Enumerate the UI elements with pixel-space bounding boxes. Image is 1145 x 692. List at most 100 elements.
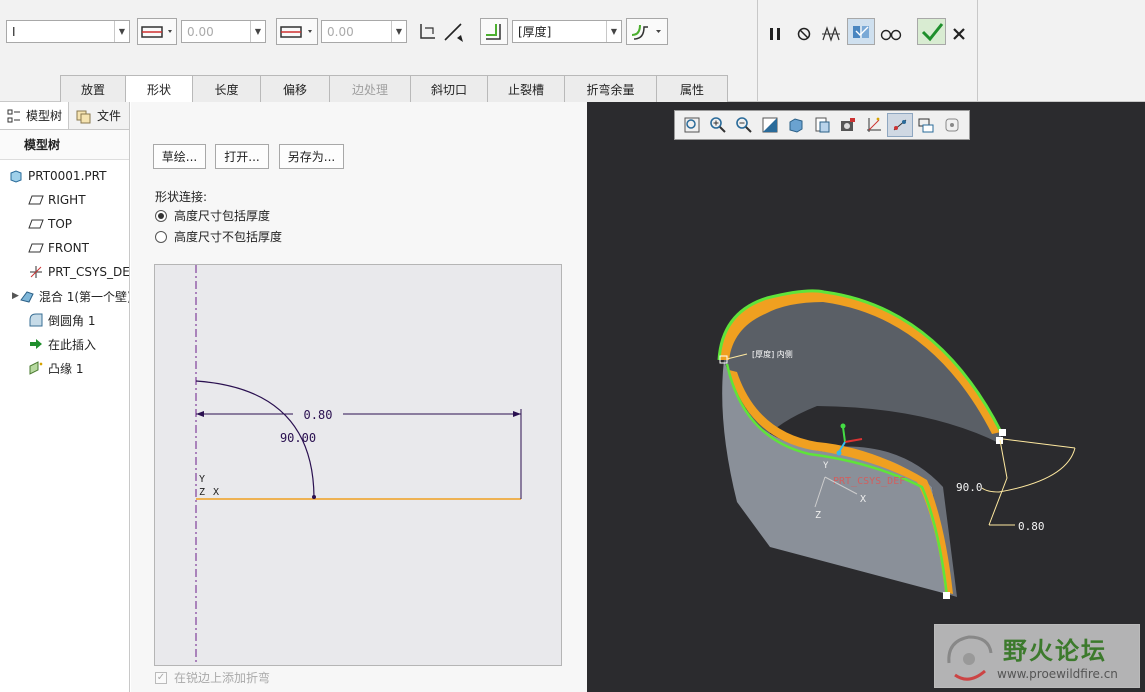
axis-z-label: Z bbox=[199, 487, 205, 498]
length-dim1-field[interactable]: 0.00 ▼ bbox=[181, 20, 266, 43]
add-bend-label: 在锐边上添加折弯 bbox=[174, 671, 271, 685]
thickness-side-icon bbox=[486, 23, 501, 40]
expand-arrow-icon[interactable]: ▶ bbox=[12, 291, 19, 301]
csys-icon bbox=[28, 264, 44, 280]
tab-model-tree[interactable]: 模型树 bbox=[0, 102, 70, 129]
datum-plane-icon bbox=[28, 192, 44, 208]
tab-model-tree-label: 模型树 bbox=[26, 109, 63, 123]
chevron-down-icon: ▼ bbox=[114, 21, 129, 42]
model-tree-panel: 模型树 文件 模型树 PRT0001.PRT RIGHT TOP FRONT P… bbox=[0, 102, 130, 692]
csys-label: PRT_CSYS_DEF bbox=[833, 476, 905, 487]
preview-geometry-button[interactable] bbox=[818, 20, 844, 47]
sketch-button[interactable]: 草绘... bbox=[153, 144, 206, 169]
arc-endpoint bbox=[312, 495, 316, 499]
tree-item-label: PRT0001.PRT bbox=[28, 169, 107, 183]
tab-2[interactable]: 长度 bbox=[192, 75, 261, 102]
flange-dashboard: I ▼ 0.00 ▼ 0.00 ▼ [厚度] ▼ 放置 形状 长度 偏移 边处理… bbox=[0, 0, 1145, 102]
flip-direction-button[interactable] bbox=[416, 18, 466, 45]
verify-mode-button[interactable] bbox=[847, 18, 875, 45]
tree-column-header: 模型树 bbox=[0, 130, 129, 160]
apply-button[interactable] bbox=[917, 18, 946, 45]
length-end-icon bbox=[141, 25, 172, 38]
tree-item-front[interactable]: FRONT bbox=[0, 236, 129, 260]
thickness-combo[interactable]: [厚度] ▼ bbox=[512, 20, 622, 43]
glasses-preview-button[interactable] bbox=[878, 20, 904, 47]
no-preview-icon bbox=[797, 27, 811, 40]
axis-y-label: Y bbox=[199, 474, 205, 485]
open-button[interactable]: 打开... bbox=[215, 144, 269, 169]
preview-geometry-icon bbox=[822, 25, 840, 42]
triad-x-axis bbox=[844, 438, 863, 443]
model-view-svg: [厚度] 内侧 90.0 0.80 PRT_CSYS_DEF Y X Z bbox=[717, 289, 1076, 599]
tree-item-label: 在此插入 bbox=[48, 337, 97, 352]
verify-mode-icon bbox=[853, 25, 869, 38]
add-bend-checkbox-row[interactable]: ✓ 在锐边上添加折弯 bbox=[155, 669, 270, 686]
pause-button[interactable] bbox=[764, 20, 786, 47]
length-dim2-field[interactable]: 0.00 ▼ bbox=[321, 20, 407, 43]
tree-item-label: 倒圆角 1 bbox=[48, 313, 96, 328]
radio-dot-icon bbox=[155, 209, 167, 222]
drag-handle[interactable] bbox=[996, 437, 1003, 444]
tree-item-round[interactable]: 倒圆角 1 bbox=[0, 308, 129, 332]
length-type-1-button[interactable] bbox=[137, 18, 177, 45]
bend-radius-button[interactable] bbox=[626, 18, 668, 45]
length-dimension[interactable]: 0.80 bbox=[304, 408, 333, 422]
radio-exclude-thickness[interactable]: 高度尺寸不包括厚度 bbox=[155, 228, 282, 245]
tab-folder-label: 文件 bbox=[97, 109, 122, 123]
angle-dimension[interactable]: 90.00 bbox=[280, 431, 316, 445]
close-icon bbox=[953, 27, 965, 40]
tab-8[interactable]: 属性 bbox=[656, 75, 728, 102]
tree-item-flange[interactable]: 凸缘 1 bbox=[0, 356, 129, 380]
tree-item-insert-here[interactable]: 在此插入 bbox=[0, 332, 129, 356]
forum-watermark: 野火论坛 www.proewildfire.cn bbox=[934, 624, 1140, 688]
part-icon bbox=[8, 168, 24, 184]
tree-item-label: TOP bbox=[48, 217, 73, 231]
cancel-button[interactable] bbox=[949, 20, 969, 47]
length-type-2-button[interactable] bbox=[276, 18, 318, 45]
thickness-note[interactable]: [厚度] 内侧 bbox=[752, 349, 793, 359]
tree-item-label: FRONT bbox=[48, 241, 89, 255]
radio-exclude-label: 高度尺寸不包括厚度 bbox=[174, 230, 283, 244]
thickness-side-button[interactable] bbox=[480, 18, 508, 45]
tree-item-top[interactable]: TOP bbox=[0, 212, 129, 236]
shape-preview: 0.80 90.00 Y Z X bbox=[154, 264, 562, 666]
tree-item-label: PRT_CSYS_DEF bbox=[48, 265, 129, 279]
glasses-icon bbox=[880, 29, 902, 40]
tab-6[interactable]: 止裂槽 bbox=[487, 75, 565, 102]
radio-include-thickness[interactable]: 高度尺寸包括厚度 bbox=[155, 207, 270, 224]
flange-type-value: I bbox=[12, 24, 16, 39]
tab-7[interactable]: 折弯余量 bbox=[564, 75, 657, 102]
shape-connect-label: 形状连接: bbox=[155, 190, 208, 204]
tree-item-part[interactable]: PRT0001.PRT bbox=[0, 164, 129, 188]
axis-x-label: X bbox=[213, 487, 219, 498]
length-start-icon bbox=[280, 25, 312, 38]
chevron-down-icon: ▼ bbox=[391, 21, 406, 42]
radio-include-label: 高度尺寸包括厚度 bbox=[174, 209, 271, 223]
tree-item-right[interactable]: RIGHT bbox=[0, 188, 129, 212]
pause-icon bbox=[770, 27, 780, 40]
tab-folder-browser[interactable]: 文件 bbox=[69, 102, 127, 129]
tab-5[interactable]: 斜切口 bbox=[410, 75, 488, 102]
tree-item-csys[interactable]: PRT_CSYS_DEF bbox=[0, 260, 129, 284]
shape-panel: 草绘... 打开... 另存为... 形状连接: 高度尺寸包括厚度 高度尺寸不包… bbox=[131, 102, 587, 692]
csys-y-label: Y bbox=[823, 461, 829, 471]
tab-1[interactable]: 形状 bbox=[125, 75, 193, 102]
model-tree-icon bbox=[7, 109, 20, 122]
angle-dimension-3d[interactable]: 90.0 bbox=[956, 481, 983, 494]
length-dimension-3d[interactable]: 0.80 bbox=[1018, 520, 1045, 533]
tab-3[interactable]: 偏移 bbox=[260, 75, 330, 102]
no-preview-button[interactable] bbox=[793, 20, 815, 47]
drag-handle[interactable] bbox=[999, 429, 1006, 436]
flange-type-combo[interactable]: I ▼ bbox=[6, 20, 130, 43]
flange-icon bbox=[28, 360, 44, 376]
tree-item-label: RIGHT bbox=[48, 193, 86, 207]
tab-0[interactable]: 放置 bbox=[60, 75, 126, 102]
triad-y-axis bbox=[842, 426, 846, 443]
length-dim2-value: 0.00 bbox=[327, 24, 354, 39]
graphics-window[interactable]: [厚度] 内侧 90.0 0.80 PRT_CSYS_DEF Y X Z 野火论… bbox=[587, 102, 1145, 692]
arrowhead-icon bbox=[513, 411, 521, 417]
tree-items: PRT0001.PRT RIGHT TOP FRONT PRT_CSYS_DEF… bbox=[0, 160, 129, 380]
save-as-button[interactable]: 另存为... bbox=[279, 144, 344, 169]
tree-item-blend[interactable]: ▶ 混合 1(第一个壁) bbox=[0, 284, 129, 308]
drag-handle[interactable] bbox=[943, 592, 950, 599]
